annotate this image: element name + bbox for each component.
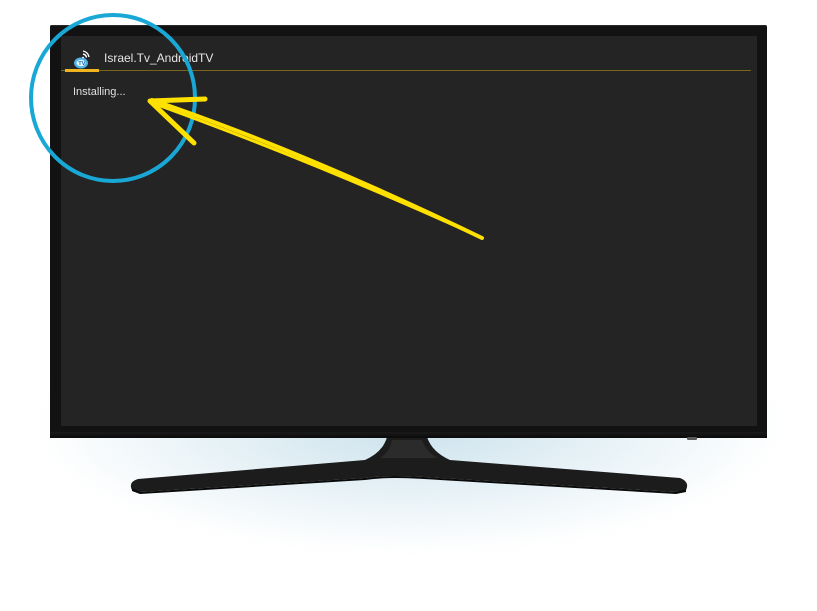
tv-mockup: TV Israel.Tv_AndroidTV Installing... bbox=[0, 0, 817, 611]
header-divider bbox=[61, 70, 751, 71]
tv-bezel-bottom bbox=[50, 432, 767, 438]
app-title: Israel.Tv_AndroidTV bbox=[104, 51, 214, 65]
app-header: TV Israel.Tv_AndroidTV bbox=[61, 36, 757, 73]
power-led bbox=[687, 437, 697, 440]
install-status: Installing... bbox=[73, 86, 126, 98]
wifi-tv-app-icon: TV bbox=[74, 50, 90, 69]
header-accent-bar bbox=[65, 69, 99, 72]
tv-screen: TV Israel.Tv_AndroidTV Installing... bbox=[61, 36, 757, 426]
svg-text:TV: TV bbox=[78, 61, 85, 67]
